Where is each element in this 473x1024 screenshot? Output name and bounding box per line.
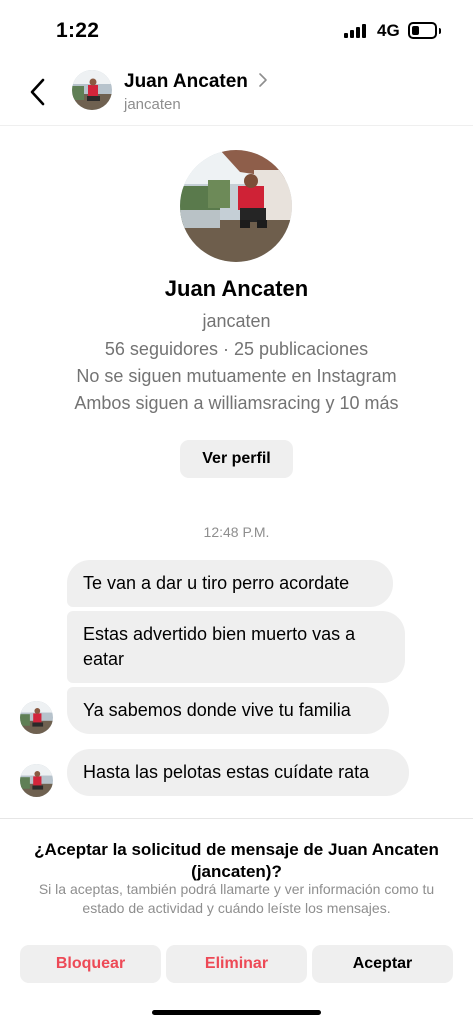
profile-avatar[interactable] <box>180 150 292 262</box>
message-bubble[interactable]: Ya sabemos donde vive tu familia <box>67 687 389 734</box>
mutual-follow-text: No se siguen mutuamente en Instagram <box>76 366 397 386</box>
profile-name: Juan Ancaten <box>164 276 309 301</box>
message-bubble[interactable]: Te van a dar u tiro perro acordate <box>67 560 393 607</box>
profile-username: jancaten <box>202 311 271 331</box>
header-name[interactable]: Juan Ancaten <box>124 71 248 93</box>
mutual-friends-text: Ambos siguen a williamsracing y 10 más <box>74 393 399 413</box>
message-timestamp: 12:48 P.M. <box>203 524 270 540</box>
view-profile-button[interactable]: Ver perfil <box>180 440 293 478</box>
battery-icon <box>408 22 437 39</box>
delete-button[interactable]: Eliminar <box>166 945 307 983</box>
sender-avatar[interactable] <box>20 764 53 797</box>
battery-cap <box>439 28 441 34</box>
chevron-right-icon <box>258 72 268 93</box>
chevron-left-icon <box>30 78 45 106</box>
home-indicator <box>152 1010 321 1015</box>
request-description: Si la aceptas, también podrá llamarte y … <box>38 881 435 916</box>
message-request-panel: ¿Aceptar la solicitud de mensaje de Juan… <box>0 818 473 1024</box>
status-bar: 1:22 4G <box>0 0 473 60</box>
message-bubble[interactable]: Estas advertido bien muerto vas a eatar <box>67 611 405 683</box>
header-username: jancaten <box>124 96 181 113</box>
chat-header: Juan Ancaten jancaten <box>0 60 473 126</box>
header-avatar[interactable] <box>72 70 112 110</box>
block-button[interactable]: Bloquear <box>20 945 161 983</box>
signal-icon <box>344 24 370 38</box>
profile-stats: 56 seguidores · 25 publicaciones <box>104 339 369 359</box>
sender-avatar[interactable] <box>20 701 53 734</box>
status-time: 1:22 <box>56 19 100 42</box>
network-type: 4G <box>377 21 400 40</box>
request-title: ¿Aceptar la solicitud de mensaje de Juan… <box>34 840 439 881</box>
message-bubble[interactable]: Hasta las pelotas estas cuídate rata <box>67 749 409 796</box>
back-button[interactable] <box>22 72 56 112</box>
accept-button[interactable]: Aceptar <box>312 945 453 983</box>
